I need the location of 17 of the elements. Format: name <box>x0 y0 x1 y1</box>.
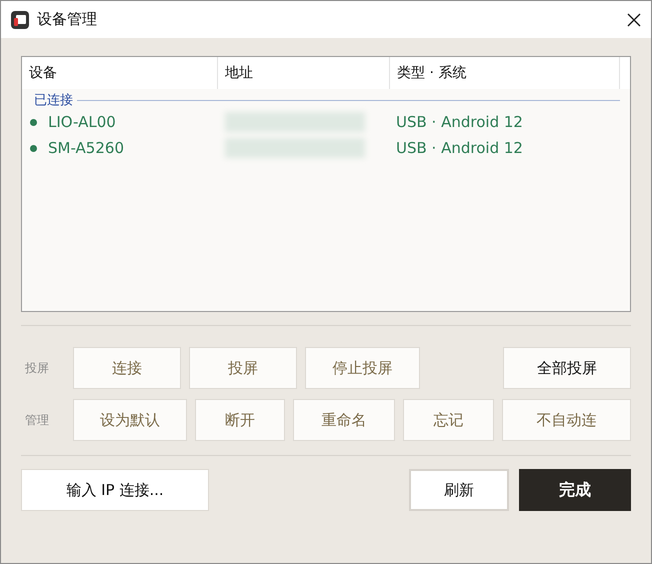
app-icon <box>11 10 29 28</box>
device-name[interactable]: SM-A5260 <box>48 139 124 157</box>
device-name[interactable]: LIO-AL00 <box>48 113 116 131</box>
column-header[interactable]: 地址 <box>218 57 390 89</box>
done-button[interactable]: 完成 <box>519 469 631 511</box>
column-header[interactable]: 类型 · 系统 <box>390 57 620 89</box>
connection-type: USB · Android 12 <box>395 113 523 131</box>
ip-connect-button[interactable]: 输入 IP 连接... <box>21 469 209 511</box>
window-title: 设备管理 <box>37 10 98 29</box>
refresh-button[interactable]: 刷新 <box>409 469 509 511</box>
group-label: 已连接 <box>34 92 73 109</box>
row-label: 投屏 <box>24 360 50 376</box>
column-header[interactable]: 设备 <box>22 57 218 89</box>
close-icon[interactable] <box>627 12 641 26</box>
row-label: 管理 <box>24 412 50 428</box>
connection-type: USB · Android 12 <box>395 139 523 157</box>
action-button[interactable]: 全部投屏 <box>503 347 631 389</box>
